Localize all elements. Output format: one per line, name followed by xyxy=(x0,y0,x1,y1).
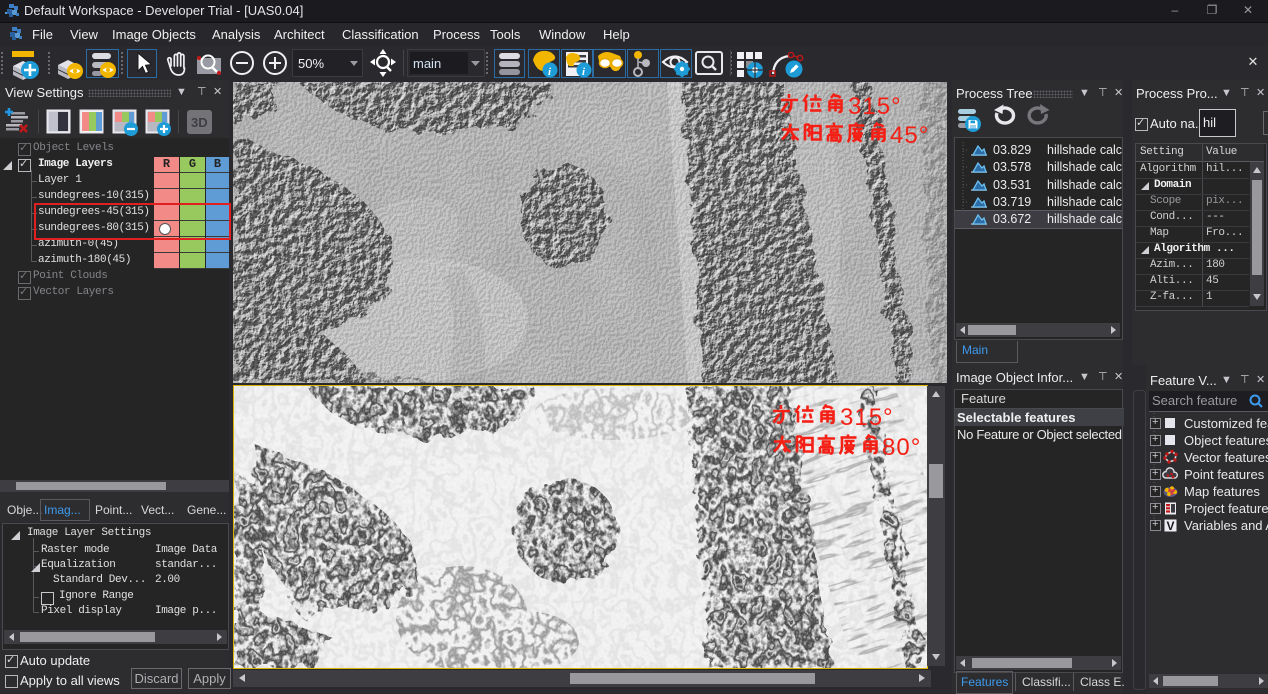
svg-text:315°: 315° xyxy=(848,93,902,120)
svg-text:V: V xyxy=(1167,519,1175,533)
svg-text:315°: 315° xyxy=(840,404,894,431)
svg-text:45°: 45° xyxy=(890,122,929,149)
svg-text:50%: 50% xyxy=(298,56,324,71)
svg-text:3D: 3D xyxy=(191,115,208,130)
svg-text:main: main xyxy=(903,368,929,382)
svg-text:main: main xyxy=(413,56,441,71)
svg-text:80°: 80° xyxy=(882,434,921,461)
